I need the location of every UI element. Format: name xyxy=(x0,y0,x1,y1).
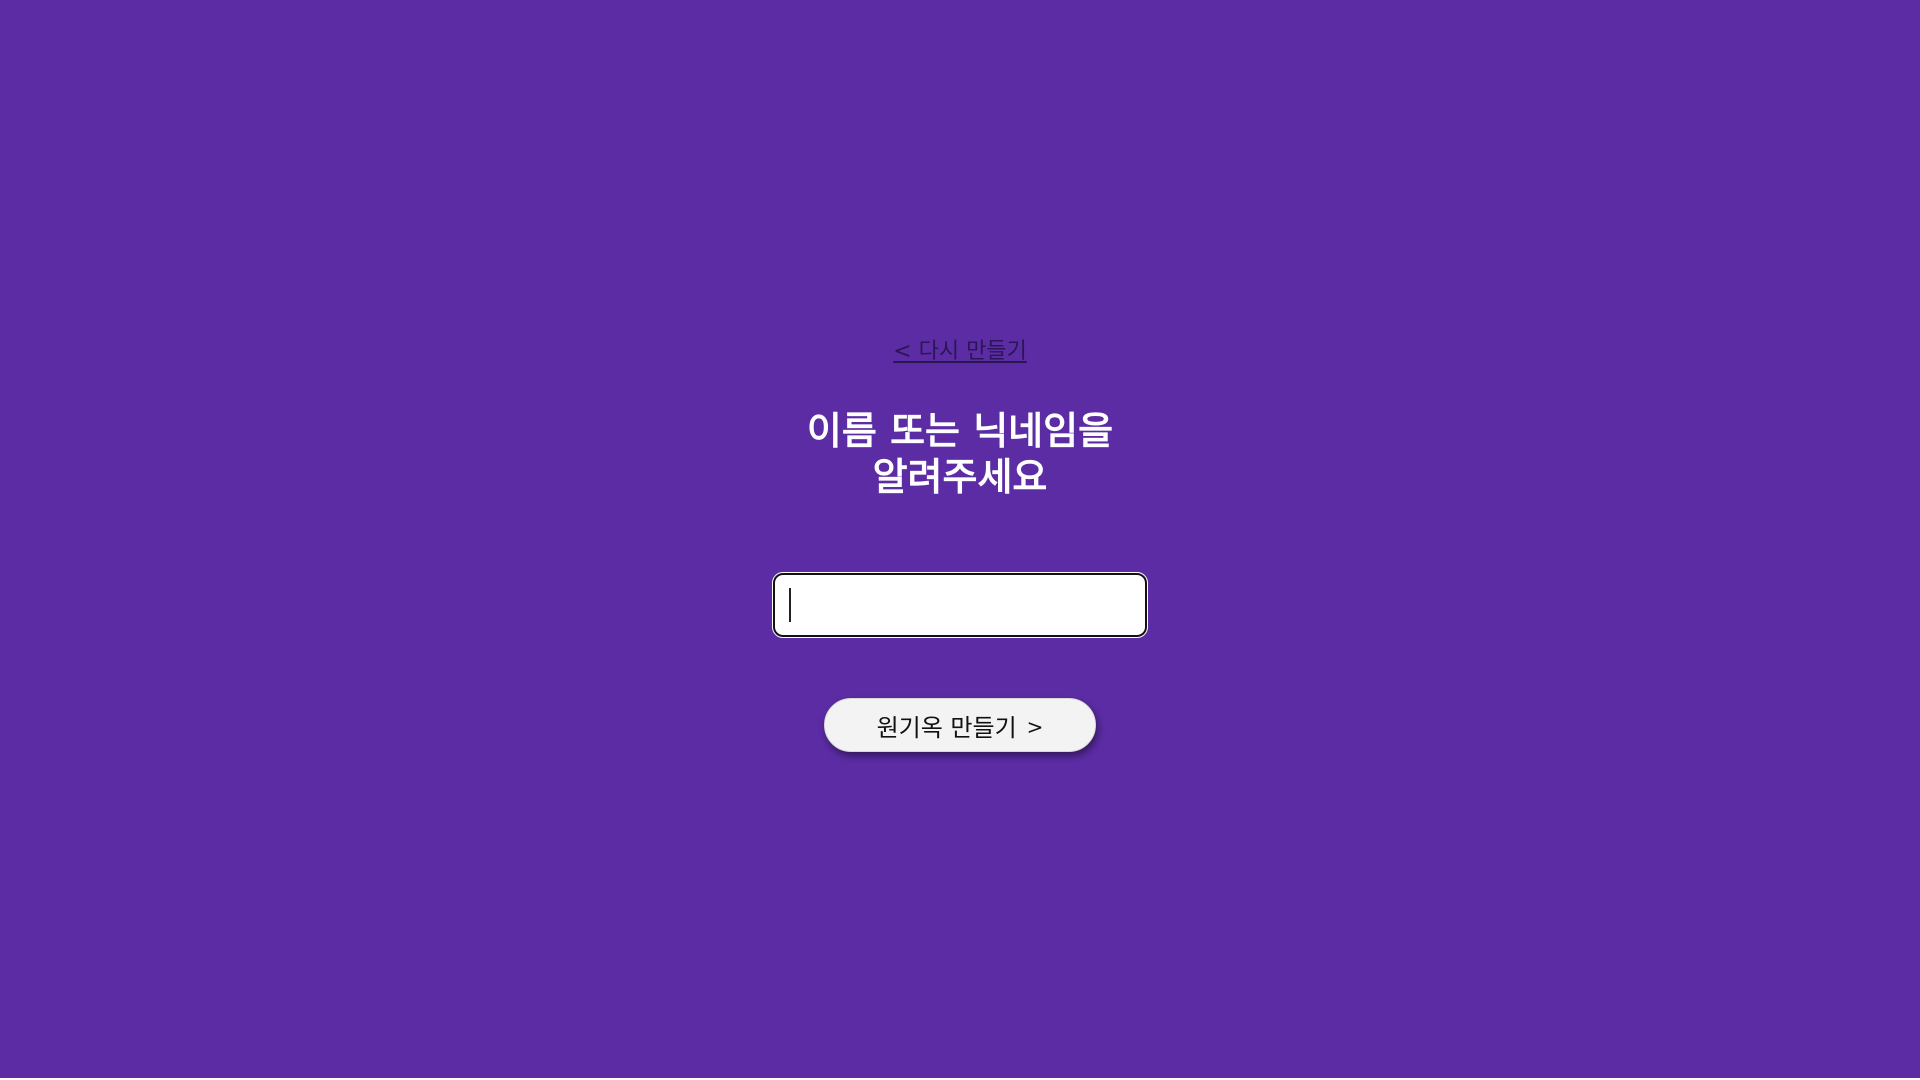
chevron-right-icon: > xyxy=(1026,715,1044,739)
page-background: < 다시 만들기 이름 또는 닉네임을 알려주세요 원기옥 만들기 > xyxy=(0,0,1920,1078)
name-input[interactable] xyxy=(772,572,1148,638)
back-link-label[interactable]: < 다시 만들기 xyxy=(893,339,1027,364)
page-title: 이름 또는 닉네임을 알려주세요 xyxy=(0,408,1920,500)
create-button[interactable]: 원기옥 만들기 > xyxy=(824,698,1096,752)
back-link[interactable]: < 다시 만들기 xyxy=(0,336,1920,368)
page-title-line-2: 알려주세요 xyxy=(872,455,1048,499)
text-caret xyxy=(789,588,791,622)
create-button-label: 원기옥 만들기 xyxy=(876,713,1017,742)
page-title-line-1: 이름 또는 닉네임을 xyxy=(806,409,1114,453)
